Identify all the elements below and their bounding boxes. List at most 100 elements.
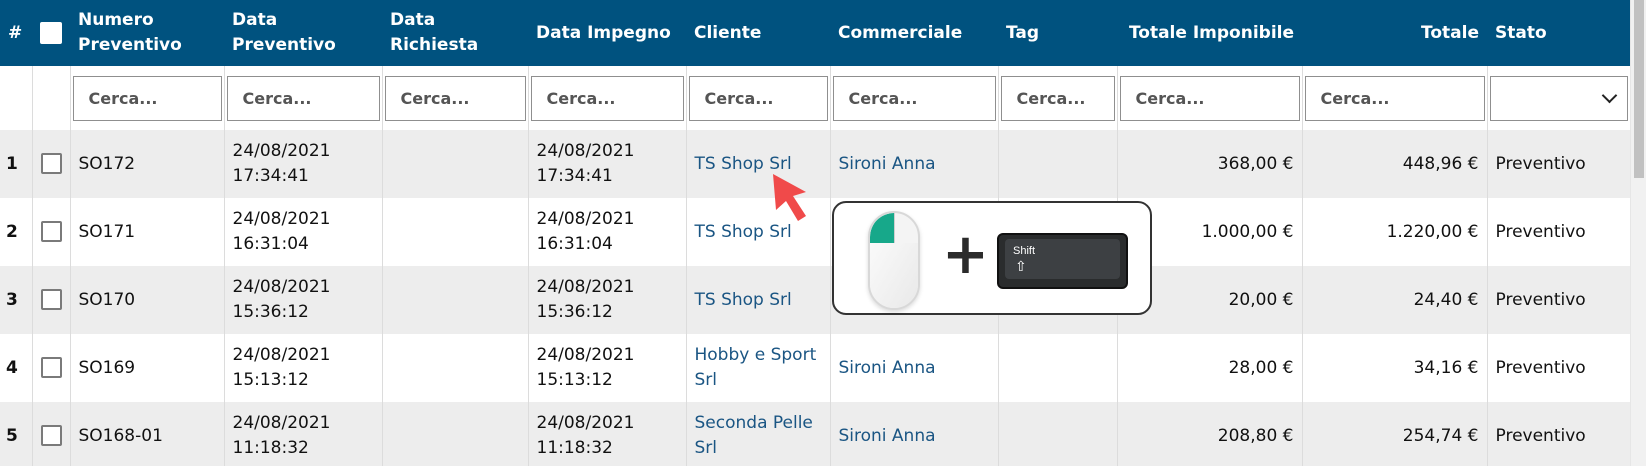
- date-text: 24/08/2021: [536, 141, 635, 161]
- mouse-button-divider: [894, 213, 895, 243]
- scrollbar-thumb[interactable]: [1634, 0, 1644, 178]
- shift-click-hint: + Shift ⇧: [832, 201, 1152, 315]
- col-header-commerciale[interactable]: Commerciale: [830, 0, 998, 66]
- time-text: 17:34:41: [232, 166, 309, 186]
- cliente-link[interactable]: TS Shop Srl: [695, 290, 792, 310]
- table-row[interactable]: 2 SO171 24/08/2021 16:31:04 24/08/2021 16:…: [0, 198, 1630, 266]
- cell-numero-preventivo: SO171: [70, 198, 225, 266]
- row-checkbox[interactable]: [40, 289, 62, 310]
- cell-data-richiesta: [382, 130, 529, 198]
- cell-data-impegno: 24/08/2021 16:31:04: [528, 198, 687, 266]
- commerciale-link[interactable]: Sironi Anna: [839, 154, 936, 174]
- cell-totale: 24,40 €: [1302, 266, 1488, 334]
- row-checkbox[interactable]: [40, 221, 62, 242]
- commerciale-link[interactable]: Sironi Anna: [839, 358, 936, 378]
- filter-numero-preventivo-input[interactable]: [72, 75, 222, 121]
- row-checkbox-cell: [32, 130, 71, 198]
- time-text: 16:31:04: [232, 234, 309, 254]
- cliente-link[interactable]: Seconda Pelle Srl: [695, 413, 813, 458]
- time-text: 17:34:41: [536, 166, 613, 186]
- vertical-scrollbar[interactable]: [1630, 0, 1646, 466]
- cliente-link[interactable]: TS Shop Srl: [695, 154, 792, 174]
- row-checkbox[interactable]: [40, 425, 62, 446]
- cell-cliente: Seconda Pelle Srl: [686, 402, 831, 466]
- col-header-data-richiesta[interactable]: Data Richiesta: [382, 0, 528, 66]
- cell-tag: [998, 402, 1118, 466]
- time-text: 15:36:12: [536, 302, 613, 322]
- filter-stato-select[interactable]: [1489, 75, 1628, 121]
- header-row: # Numero Preventivo Data Preventivo Data…: [0, 0, 1630, 66]
- col-header-cliente[interactable]: Cliente: [686, 0, 830, 66]
- filter-totale-imponibile-input[interactable]: [1119, 75, 1300, 121]
- cell-commerciale: Sironi Anna: [830, 334, 999, 402]
- cell-data-impegno: 24/08/2021 11:18:32: [528, 402, 687, 466]
- cell-totale-imponibile: 208,80 €: [1117, 402, 1303, 466]
- time-text: 11:18:32: [232, 438, 309, 458]
- shift-key-icon: Shift ⇧: [997, 233, 1128, 289]
- filter-commerciale-input[interactable]: [832, 75, 996, 121]
- table-row[interactable]: 4 SO169 24/08/2021 15:13:12 24/08/2021 15:…: [0, 334, 1630, 402]
- col-header-totale[interactable]: Totale: [1302, 0, 1487, 66]
- col-header-data-impegno[interactable]: Data Impegno: [528, 0, 686, 66]
- filter-data-impegno-input[interactable]: [530, 75, 684, 121]
- select-all-checkbox[interactable]: [40, 21, 62, 44]
- filter-tag-input[interactable]: [1000, 75, 1115, 121]
- quotes-grid: # Numero Preventivo Data Preventivo Data…: [0, 0, 1630, 466]
- cell-stato: Preventivo: [1487, 266, 1630, 334]
- date-text: 24/08/2021: [232, 141, 331, 161]
- row-checkbox-cell: [32, 198, 71, 266]
- row-checkbox[interactable]: [40, 153, 62, 174]
- filter-empty-cell: [0, 66, 33, 130]
- quotes-table: # Numero Preventivo Data Preventivo Data…: [0, 0, 1630, 466]
- row-checkbox-cell: [32, 334, 71, 402]
- date-text: 24/08/2021: [232, 413, 331, 433]
- cell-totale: 448,96 €: [1302, 130, 1488, 198]
- col-header-data-preventivo[interactable]: Data Preventivo: [224, 0, 382, 66]
- filter-totale-input[interactable]: [1304, 75, 1485, 121]
- table-row[interactable]: 1 SO172 24/08/2021 17:34:41 24/08/2021 17:…: [0, 130, 1630, 198]
- cell-numero-preventivo: SO169: [70, 334, 225, 402]
- col-header-totale-imponibile[interactable]: Totale Imponibile: [1117, 0, 1302, 66]
- col-header-num[interactable]: #: [0, 0, 32, 66]
- cliente-link[interactable]: TS Shop Srl: [695, 222, 792, 242]
- filter-cliente-input[interactable]: [688, 75, 828, 121]
- row-checkbox-cell: [32, 266, 71, 334]
- cell-data-preventivo: 24/08/2021 16:31:04: [224, 198, 383, 266]
- key-cap: Shift ⇧: [1005, 239, 1120, 279]
- cell-data-impegno: 24/08/2021 15:13:12: [528, 334, 687, 402]
- time-text: 16:31:04: [536, 234, 613, 254]
- date-text: 24/08/2021: [536, 345, 635, 365]
- chevron-down-icon: [1601, 87, 1617, 103]
- time-text: 15:13:12: [536, 370, 613, 390]
- filter-empty-cell: [32, 66, 71, 130]
- shift-key-label: Shift: [1013, 245, 1036, 257]
- filter-data-richiesta-input[interactable]: [384, 75, 526, 121]
- col-header-numero-preventivo[interactable]: Numero Preventivo: [70, 0, 224, 66]
- row-checkbox[interactable]: [40, 357, 62, 378]
- cell-data-richiesta: [382, 334, 529, 402]
- cell-tag: [998, 130, 1118, 198]
- col-header-stato[interactable]: Stato: [1487, 0, 1630, 66]
- mouse-left-button: [870, 213, 894, 243]
- date-text: 24/08/2021: [536, 209, 635, 229]
- cell-data-richiesta: [382, 198, 529, 266]
- filter-row: [0, 66, 1630, 130]
- cell-commerciale: Sironi Anna: [830, 130, 999, 198]
- table-row[interactable]: 5 SO168-01 24/08/2021 11:18:32 24/08/2021…: [0, 402, 1630, 466]
- cell-commerciale: Sironi Anna: [830, 402, 999, 466]
- time-text: 15:36:12: [232, 302, 309, 322]
- filter-data-preventivo-input[interactable]: [226, 75, 380, 121]
- cell-data-preventivo: 24/08/2021 17:34:41: [224, 130, 383, 198]
- cell-tag: [998, 334, 1118, 402]
- cell-data-preventivo: 24/08/2021 15:36:12: [224, 266, 383, 334]
- cell-data-richiesta: [382, 402, 529, 466]
- row-checkbox-cell: [32, 402, 71, 466]
- time-text: 11:18:32: [536, 438, 613, 458]
- col-header-tag[interactable]: Tag: [998, 0, 1117, 66]
- plus-sign: +: [942, 222, 989, 287]
- table-row[interactable]: 3 SO170 24/08/2021 15:36:12 24/08/2021 15:…: [0, 266, 1630, 334]
- commerciale-link[interactable]: Sironi Anna: [839, 426, 936, 446]
- date-text: 24/08/2021: [536, 413, 635, 433]
- cliente-link[interactable]: Hobby e Sport Srl: [695, 345, 817, 390]
- pointer-arrow-icon: [773, 174, 806, 221]
